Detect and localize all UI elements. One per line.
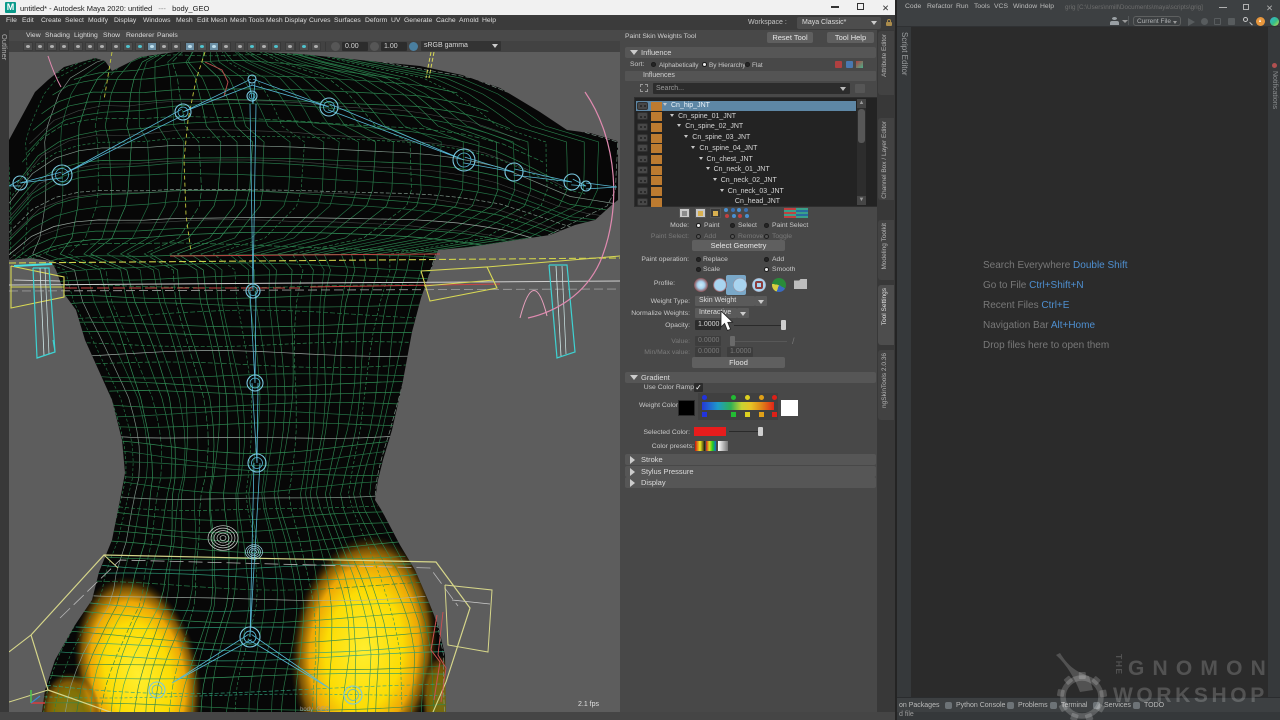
svg-text:WORKSHOP: WORKSHOP [1113, 684, 1268, 707]
svg-text:THE: THE [1114, 654, 1124, 676]
svg-text:GNOMON: GNOMON [1128, 657, 1274, 680]
